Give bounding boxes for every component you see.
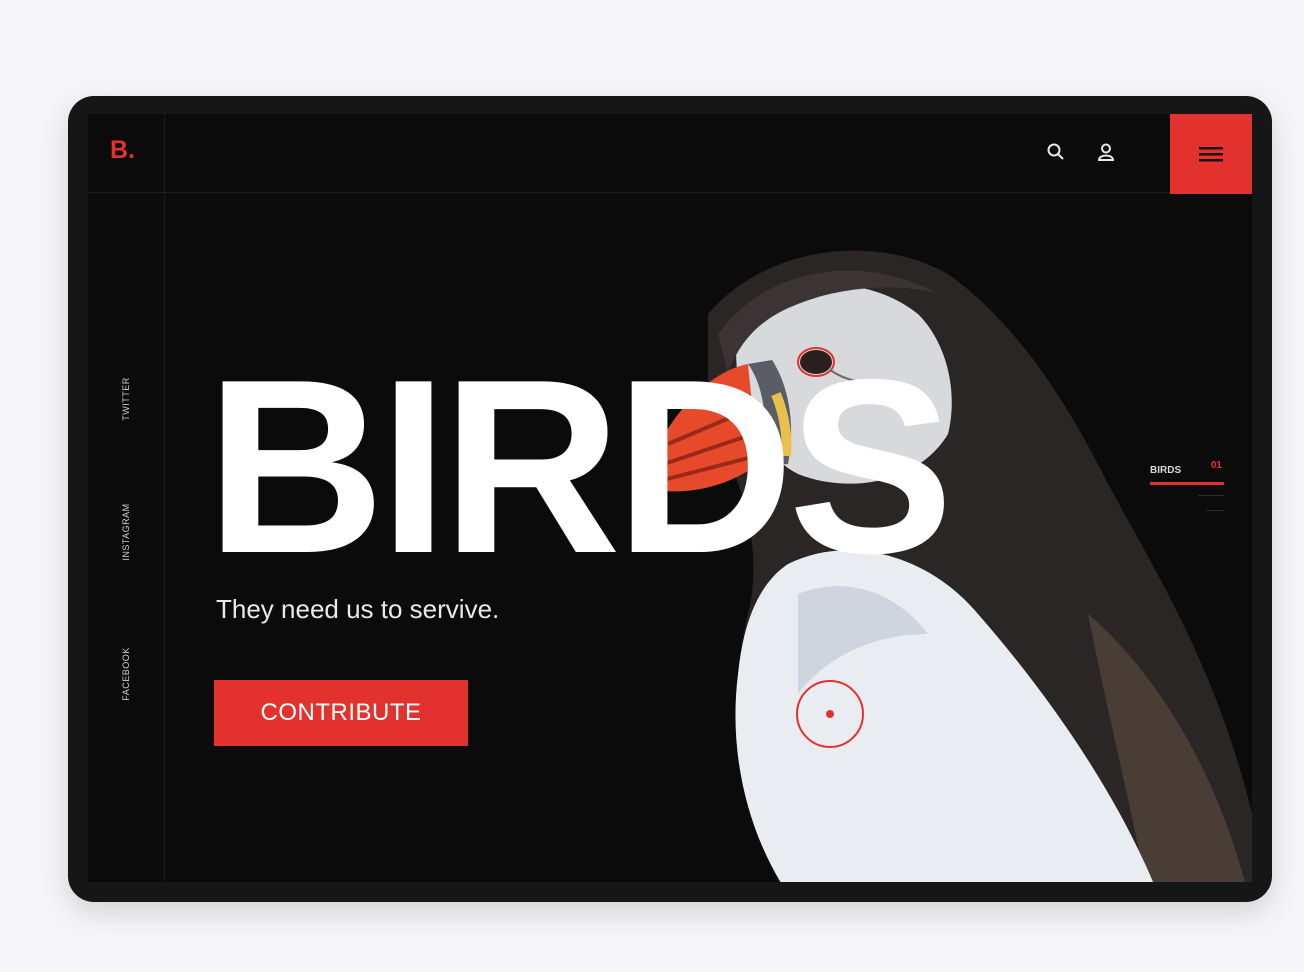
target-dot [826,710,834,718]
side-nav-line [1206,510,1224,511]
target-hotspot-icon[interactable] [796,680,864,748]
user-icon[interactable] [1094,140,1118,164]
search-icon[interactable] [1044,140,1068,164]
menu-icon [1199,147,1223,162]
hero-tagline: They need us to servive. [216,594,500,624]
side-nav-active-line [1150,482,1224,485]
hero-title: BIRDS [206,327,954,605]
side-nav-line [1198,495,1224,496]
side-nav-number: 01 [1210,460,1222,471]
sidebar [88,114,165,882]
facebook-link[interactable]: FACEBOOK [121,647,131,701]
top-bar [88,114,1252,193]
device-frame: B. TWITTER INSTAGRAM FACEBOOK BIRDS They… [68,96,1272,902]
side-nav-label: BIRDS [1150,465,1182,476]
screen: B. TWITTER INSTAGRAM FACEBOOK BIRDS They… [88,114,1252,882]
twitter-link[interactable]: TWITTER [121,377,131,421]
contribute-button[interactable]: CONTRIBUTE [214,680,468,746]
menu-button[interactable] [1170,114,1252,194]
brand-logo[interactable]: B. [110,136,135,165]
side-nav[interactable]: BIRDS 01 [1150,460,1228,511]
instagram-link[interactable]: INSTAGRAM [121,503,131,560]
